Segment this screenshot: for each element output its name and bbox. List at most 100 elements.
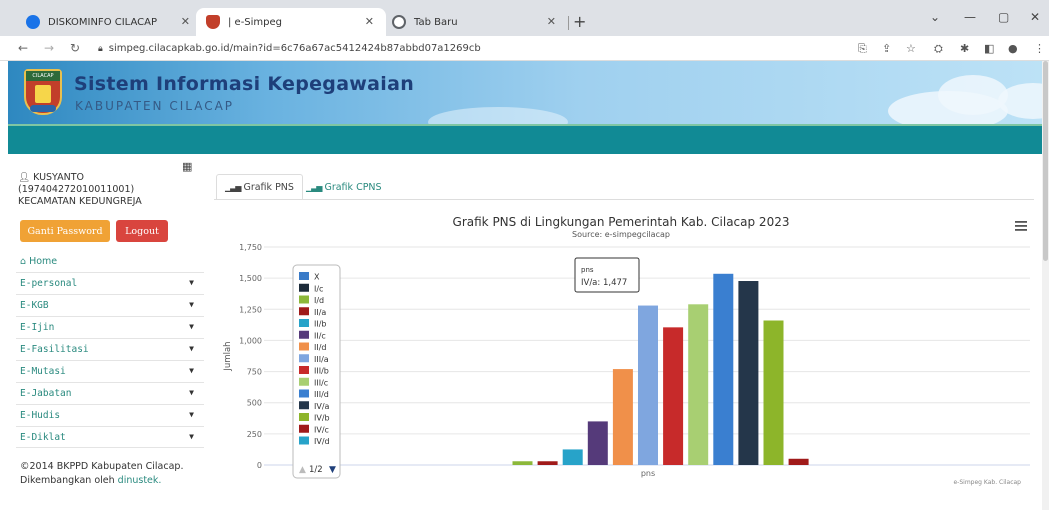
globe-icon <box>392 15 406 29</box>
puzzle-icon[interactable]: ✱ <box>960 42 969 55</box>
more-menu-icon[interactable]: ⋮ <box>1034 42 1045 55</box>
y-tick-label: 1,500 <box>239 274 262 283</box>
tooltip-value: IV/a: 1,477 <box>581 278 627 288</box>
caret-down-icon: ▼ <box>189 432 194 441</box>
dinustek-link[interactable]: dinustek. <box>118 475 162 486</box>
legend-swatch <box>299 377 309 386</box>
bar-i-d <box>512 461 533 465</box>
legend-swatch <box>299 319 309 327</box>
sidebar-item-efasilitasi[interactable]: E-Fasilitasi ▼ <box>16 338 204 360</box>
bookmark-star-icon[interactable]: ☆ <box>906 42 916 55</box>
minimize-icon[interactable]: — <box>964 10 976 24</box>
close-tab-icon[interactable]: ✕ <box>547 15 556 28</box>
bar-ii-c <box>587 421 608 465</box>
legend-item: III/c <box>314 378 328 387</box>
sidebar-item-ediklat[interactable]: E-Diklat ▼ <box>16 426 204 448</box>
caret-down-icon: ▼ <box>189 410 194 419</box>
caret-down-icon: ▼ <box>189 388 194 397</box>
y-tick-label: 1,250 <box>239 305 262 314</box>
legend-item: I/d <box>314 296 324 305</box>
site-subtitle: KABUPATEN CILACAP <box>75 99 235 113</box>
legend-item: I/c <box>314 284 323 293</box>
legend-swatch <box>299 366 309 374</box>
tooltip-category: pns <box>581 266 594 274</box>
bar-iii-c <box>688 304 709 465</box>
lock-icon: 🔒︎ <box>98 44 103 54</box>
y-tick-label: 0 <box>257 461 262 470</box>
bar-ii-a <box>537 461 558 465</box>
sidebar-footer: ©2014 BKPPD Kabupaten Cilacap. Dikembang… <box>20 461 184 486</box>
main-content: ▁▃▅ Grafik PNS ▁▃▅ Grafik CPNS Grafik PNS … <box>204 154 1049 510</box>
legend-item: II/a <box>314 308 326 317</box>
y-axis-label: Jumlah <box>223 341 233 371</box>
bar-iv-b <box>763 320 784 465</box>
page-scrollbar[interactable] <box>1042 61 1049 510</box>
sidebar-item-epersonal[interactable]: E-personal ▼ <box>16 272 204 294</box>
bar-iv-c <box>788 458 809 465</box>
bar-iii-d <box>713 273 734 465</box>
forward-icon[interactable]: → <box>44 41 54 55</box>
site-favicon-icon <box>26 15 40 29</box>
bar-iii-b <box>663 327 684 465</box>
close-tab-icon[interactable]: ✕ <box>181 15 190 28</box>
reload-icon[interactable]: ↻ <box>70 41 80 55</box>
nav-strip <box>8 124 1049 154</box>
profile-icon[interactable]: ● <box>1008 42 1018 55</box>
legend-swatch <box>299 307 309 316</box>
site-header-banner: CILACAP Sistem Informasi Kepegawaian KAB… <box>8 61 1049 124</box>
browser-tab-diskominfo[interactable]: DISKOMINFO CILACAP ✕ <box>16 8 203 36</box>
translate-icon[interactable]: ⎘ <box>858 42 867 56</box>
y-tick-label: 1,750 <box>239 243 262 252</box>
legend-next-icon[interactable]: ▼ <box>329 465 336 475</box>
share-icon[interactable]: ⇪ <box>882 42 891 55</box>
logout-button[interactable]: Logout <box>116 220 168 242</box>
legend-item: II/c <box>314 331 326 340</box>
pns-bar-chart: Grafik PNS di Lingkungan Pemerintah Kab.… <box>223 215 1030 486</box>
grid-menu-icon[interactable]: ▦ <box>182 160 192 173</box>
side-panel-icon[interactable]: ◧ <box>984 42 994 55</box>
home-icon: ⌂ <box>20 256 27 267</box>
legend-page: 1/2 <box>309 465 323 475</box>
caret-down-icon: ▼ <box>189 322 194 331</box>
legend-swatch <box>299 436 309 445</box>
legend-item: III/b <box>314 367 329 376</box>
site-favicon-icon <box>206 15 220 29</box>
caret-down-icon: ▼ <box>189 344 194 353</box>
legend-item: X <box>314 273 320 282</box>
change-password-button[interactable]: Ganti Password <box>20 220 110 242</box>
sidebar-item-ejabatan[interactable]: E-Jabatan ▼ <box>16 382 204 404</box>
address-bar: ← → ↻ 🔒︎ simpeg.cilacapkab.go.id/main?id=… <box>0 36 1049 61</box>
browser-tab-esimpeg[interactable]: | e-Simpeg ✕ <box>196 8 386 36</box>
sidebar-item-ehudis[interactable]: E-Hudis ▼ <box>16 404 204 426</box>
browser-tab-new[interactable]: Tab Baru ✕ <box>382 8 569 36</box>
caret-down-icon: ▼ <box>189 300 194 309</box>
sidebar-item-ekgb[interactable]: E-KGB ▼ <box>16 294 204 316</box>
bar-iii-a <box>638 305 658 465</box>
browser-tab-bar: DISKOMINFO CILACAP ✕ | e-Simpeg ✕ Tab Ba… <box>0 0 1049 36</box>
maximize-icon[interactable]: ▢ <box>998 10 1009 24</box>
close-tab-icon[interactable]: ✕ <box>365 15 374 28</box>
sidebar-item-eijin[interactable]: E-Ijin ▼ <box>16 316 204 338</box>
y-tick-label: 1,000 <box>239 336 262 345</box>
close-window-icon[interactable]: ✕ <box>1030 10 1040 24</box>
chart-menu-icon[interactable] <box>1015 221 1027 231</box>
x-tick-label: pns <box>641 469 655 478</box>
legend-item: III/a <box>314 355 329 364</box>
sidebar-item-home[interactable]: ⌂ Home <box>20 256 57 267</box>
back-icon[interactable]: ← <box>18 41 28 55</box>
legend-swatch <box>299 283 309 292</box>
tab-search-icon[interactable]: ⌄ <box>930 10 940 24</box>
legend-swatch <box>299 272 309 280</box>
bar-ii-d <box>612 369 633 465</box>
y-tick-label: 250 <box>247 430 262 439</box>
caret-down-icon: ▼ <box>189 366 194 375</box>
sidebar: ▦ 👤︎ KUSYANTO (197404272010011001) KECAM… <box>8 154 204 510</box>
legend-prev-icon: ▲ <box>299 465 306 475</box>
sidebar-item-emutasi[interactable]: E-Mutasi ▼ <box>16 360 204 382</box>
extension-icon[interactable]: ⛭ <box>934 42 943 56</box>
url-field[interactable]: 🔒︎ simpeg.cilacapkab.go.id/main?id=6c76a6… <box>98 43 481 54</box>
legend-item: IV/d <box>314 437 330 446</box>
user-icon: 👤︎ <box>18 172 31 183</box>
new-tab-icon[interactable]: + <box>573 12 586 31</box>
y-tick-label: 750 <box>247 368 262 377</box>
